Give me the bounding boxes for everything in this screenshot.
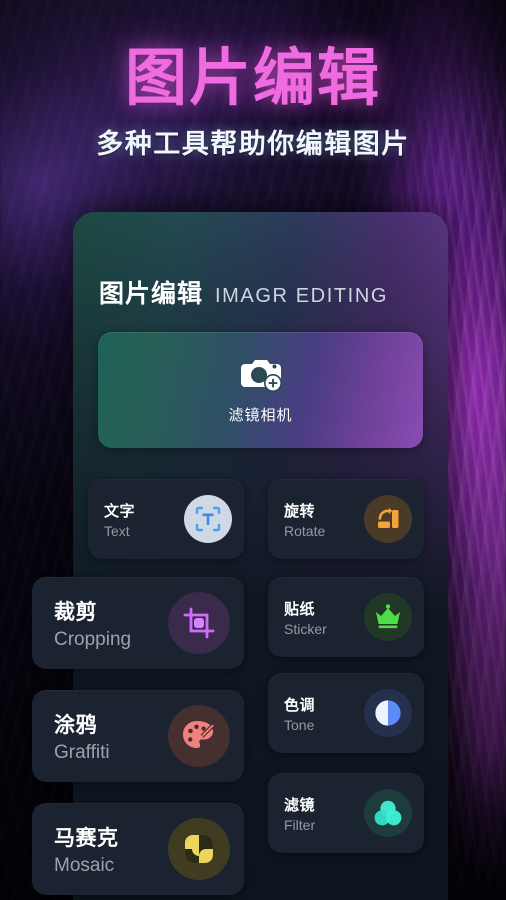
crown-icon	[364, 593, 412, 641]
tool-label-group: 裁剪 Cropping	[54, 596, 160, 651]
tool-label-group: 涂鸦 Graffiti	[54, 709, 160, 764]
tool-label-cn: 文字	[104, 502, 136, 520]
tool-label-cn: 贴纸	[284, 600, 316, 618]
palette-brush-icon	[168, 705, 230, 767]
hero-subtitle: 多种工具帮助你编辑图片	[96, 128, 410, 160]
tool-tile-rotate[interactable]: 旋转 Rotate	[268, 479, 424, 559]
tool-tile-graffiti[interactable]: 涂鸦 Graffiti	[32, 690, 244, 782]
card-title-cn: 图片编辑	[99, 280, 204, 308]
tool-label-group: 滤镜 Filter	[284, 794, 360, 833]
tool-label-group: 旋转 Rotate	[284, 500, 360, 539]
hero-title: 图片编辑	[124, 44, 381, 113]
contrast-icon	[364, 689, 412, 737]
three-circles-icon	[364, 789, 412, 837]
tool-label-group: 色调 Tone	[284, 694, 360, 733]
card-header: 图片编辑 IMAGR EDITING	[99, 274, 388, 310]
banner-label: 滤镜相机	[228, 407, 293, 424]
camera-add-icon	[239, 355, 283, 398]
tool-label-group: 马赛克 Mosaic	[54, 822, 160, 877]
tool-label-group: 贴纸 Sticker	[284, 598, 360, 637]
tool-label-cn: 裁剪	[54, 600, 97, 624]
tool-label-cn: 旋转	[284, 502, 316, 520]
tool-label-en: Filter	[284, 816, 316, 833]
tool-label-cn: 涂鸦	[54, 713, 97, 737]
tool-label-en: Mosaic	[54, 854, 115, 876]
tool-label-group: 文字 Text	[104, 500, 180, 539]
tool-tile-sticker[interactable]: 贴纸 Sticker	[268, 577, 424, 657]
tool-label-en: Tone	[284, 716, 315, 733]
tool-tile-text[interactable]: 文字 Text	[88, 479, 244, 559]
card-title-en: IMAGR EDITING	[215, 285, 389, 307]
filter-camera-banner[interactable]: 滤镜相机	[98, 332, 423, 448]
tool-label-cn: 马赛克	[54, 826, 119, 850]
tool-label-en: Graffiti	[54, 741, 110, 763]
tool-label-en: Text	[104, 522, 130, 539]
hero-banner: 图片编辑 多种工具帮助你编辑图片	[0, 46, 506, 161]
tool-tile-cropping[interactable]: 裁剪 Cropping	[32, 577, 244, 669]
crop-icon	[168, 592, 230, 654]
text-frame-icon	[184, 495, 232, 543]
tool-label-en: Cropping	[54, 628, 132, 650]
mosaic-icon	[168, 818, 230, 880]
rotate-icon	[364, 495, 412, 543]
tool-label-en: Sticker	[284, 620, 327, 637]
tool-tile-filter[interactable]: 滤镜 Filter	[268, 773, 424, 853]
tool-label-en: Rotate	[284, 522, 326, 539]
tool-label-cn: 滤镜	[284, 796, 316, 814]
tool-tile-tone[interactable]: 色调 Tone	[268, 673, 424, 753]
tool-label-cn: 色调	[284, 696, 316, 714]
tool-tile-mosaic[interactable]: 马赛克 Mosaic	[32, 803, 244, 895]
app-screen: 图片编辑 多种工具帮助你编辑图片 图片编辑 IMAGR EDITING 滤镜相机	[0, 0, 506, 900]
